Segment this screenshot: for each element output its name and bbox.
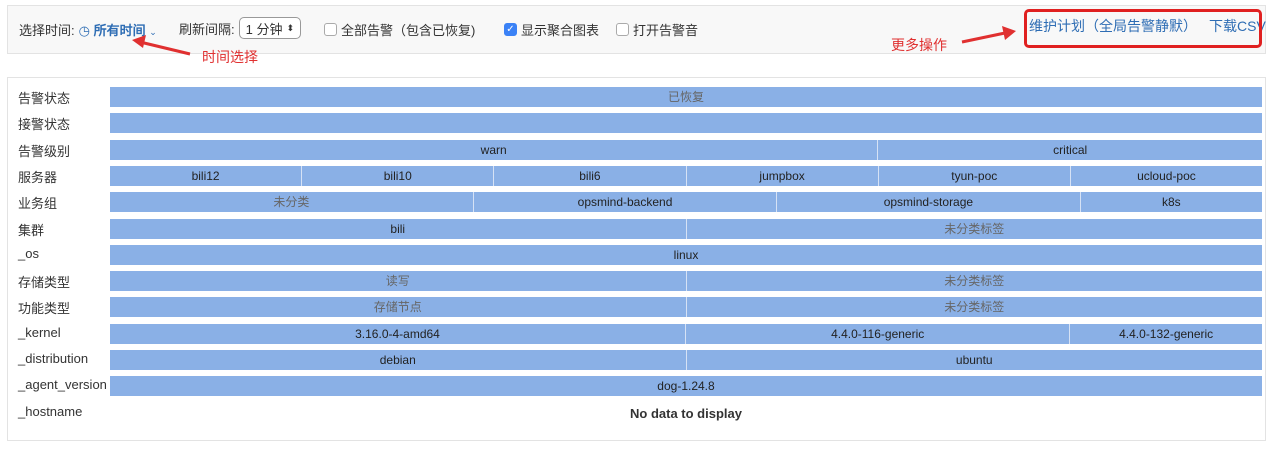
chart-row: 功能类型 存储节点 未分类标签 xyxy=(8,297,1265,319)
stacked-bar: linux xyxy=(110,244,1262,265)
stacked-bar: 未分类 opsmind-backend opsmind-storage k8s xyxy=(110,192,1263,213)
bar-segment[interactable]: 3.16.0-4-amd64 xyxy=(110,323,686,344)
bar-segment[interactable]: warn xyxy=(110,139,879,160)
chart-row: _hostname No data to display xyxy=(8,402,1265,425)
chart-row: _os linux xyxy=(8,244,1265,267)
bar-segment[interactable]: k8s xyxy=(1080,192,1263,213)
bar-segment[interactable]: bili10 xyxy=(302,165,495,186)
stacked-bar: 读写 未分类标签 xyxy=(110,271,1262,292)
bar-segment[interactable]: ucloud-poc xyxy=(1070,165,1263,186)
chart-row: 服务器 bili12 bili10 bili6 jumpbox tyun-poc uclou… xyxy=(8,165,1265,188)
bar-segment[interactable]: 未分类 xyxy=(110,192,474,213)
stacked-bar: dog-1.24.8 xyxy=(110,376,1262,397)
bar-segment[interactable]: ubuntu xyxy=(686,350,1262,370)
chart-row: 存储类型 读写 未分类标签 xyxy=(8,271,1265,293)
chart-row: 集群 bili 未分类标签 xyxy=(8,218,1265,241)
row-label: 告警状态 xyxy=(18,91,71,106)
row-label: 存储类型 xyxy=(18,275,71,291)
annotation-arrows xyxy=(132,26,1016,56)
chart-row: 接警状态 xyxy=(8,113,1265,135)
stacked-bar: bili12 bili10 bili6 jumpbox tyun-poc ucloud-p… xyxy=(110,165,1263,186)
bar-segment[interactable] xyxy=(110,113,1262,134)
chart-row: 告警级别 warn critical xyxy=(8,139,1265,162)
chart-row: 业务组 未分类 opsmind-backend opsmind-storage k8s xyxy=(8,192,1265,214)
bar-segment[interactable]: dog-1.24.8 xyxy=(110,376,1262,397)
row-label: 服务器 xyxy=(18,169,58,185)
bar-segment[interactable]: bili6 xyxy=(494,165,687,186)
bar-segment[interactable]: bili xyxy=(110,218,687,239)
row-label: _agent_version xyxy=(18,377,107,393)
row-label: _os xyxy=(18,245,39,261)
stacked-bar: 存储节点 未分类标签 xyxy=(110,297,1262,318)
bar-segment[interactable]: debian xyxy=(110,350,687,370)
arrow-icon xyxy=(961,26,1016,44)
bar-segment[interactable]: critical xyxy=(878,139,1262,160)
no-data-text: No data to display xyxy=(110,402,1262,423)
stacked-bar: debian ubuntu xyxy=(110,350,1262,370)
bar-segment[interactable]: bili12 xyxy=(110,165,303,186)
bar-segment[interactable]: 未分类标签 xyxy=(686,271,1262,292)
chart-row: _kernel 3.16.0-4-amd64 4.4.0-116-generic 4.… xyxy=(8,323,1265,346)
row-label: _kernel xyxy=(18,324,61,340)
bar-segment[interactable]: 读写 xyxy=(110,271,687,292)
bar-segment[interactable]: 已恢复 xyxy=(110,87,1262,107)
annotation-time-select: 时间选择 xyxy=(202,49,258,65)
bar-segment[interactable]: opsmind-storage xyxy=(777,192,1081,213)
row-label: 业务组 xyxy=(18,196,58,212)
annotation-more-actions: 更多操作 xyxy=(891,37,947,53)
bar-segment[interactable]: linux xyxy=(110,244,1262,265)
row-label: 集群 xyxy=(18,222,45,238)
stacked-bar: warn critical xyxy=(110,139,1262,160)
stacked-bar: 已恢复 xyxy=(110,87,1262,107)
chart-row: 告警状态 已恢复 xyxy=(8,87,1265,109)
chart-row: _distribution debian ubuntu xyxy=(8,350,1265,372)
arrow-icon xyxy=(132,35,191,56)
row-label: 功能类型 xyxy=(18,301,71,317)
chart-row: _agent_version dog-1.24.8 xyxy=(8,376,1265,398)
bar-segment[interactable]: tyun-poc xyxy=(878,165,1071,186)
bar-segment[interactable]: 4.4.0-116-generic xyxy=(686,323,1071,344)
bar-segment[interactable]: 未分类标签 xyxy=(686,297,1262,318)
stacked-bar: No data to display xyxy=(110,402,1262,423)
row-label: _distribution xyxy=(18,351,89,366)
row-label: _hostname xyxy=(18,403,83,419)
stacked-bar xyxy=(110,113,1262,134)
bar-segment[interactable]: 存储节点 xyxy=(110,297,687,318)
stacked-bar: bili 未分类标签 xyxy=(110,218,1262,239)
bar-segment[interactable]: jumpbox xyxy=(686,165,879,186)
row-label: 告警级别 xyxy=(18,143,71,159)
row-label: 接警状态 xyxy=(18,117,71,133)
bar-segment[interactable]: 未分类标签 xyxy=(686,218,1262,239)
stacked-bar: 3.16.0-4-amd64 4.4.0-116-generic 4.4.0-132… xyxy=(110,323,1262,344)
aggregate-chart-panel: 告警状态 已恢复 接警状态 告警级别 warn critical 服务器 bili12 bili… xyxy=(7,77,1266,441)
bar-segment[interactable]: 4.4.0-132-generic xyxy=(1070,323,1262,344)
bar-segment[interactable]: opsmind-backend xyxy=(473,192,778,213)
